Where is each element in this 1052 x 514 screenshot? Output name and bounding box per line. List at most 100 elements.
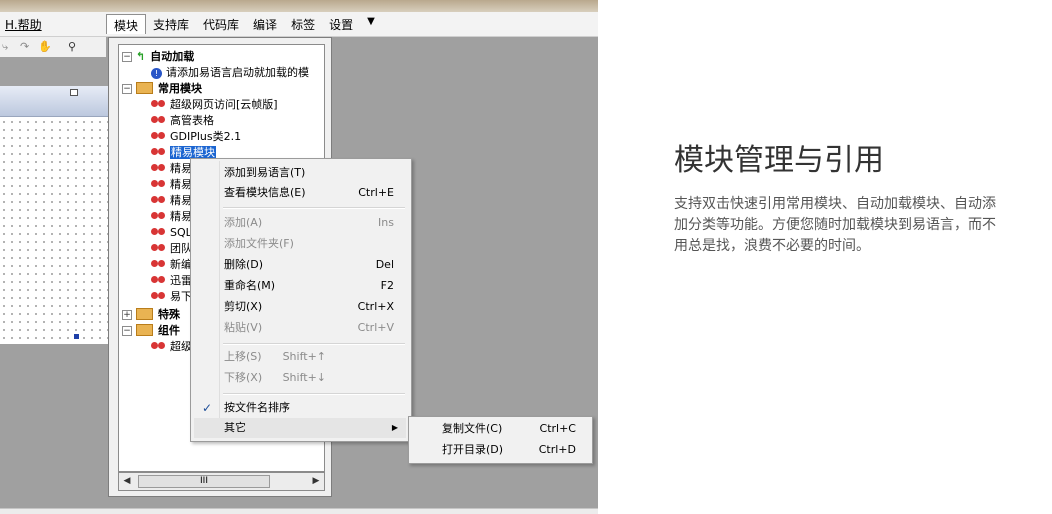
item-label: 新编: [170, 258, 192, 271]
collapse-icon[interactable]: −: [122, 52, 132, 62]
menu-item-view-module-info[interactable]: 查看模块信息(E) Ctrl+E: [194, 183, 406, 203]
module-icon: [151, 243, 167, 253]
tab-compile[interactable]: 编译: [246, 14, 284, 34]
group-label: 组件: [158, 324, 180, 337]
menu-item-add[interactable]: 添加(A) Ins: [194, 213, 406, 233]
menu-item-rename[interactable]: 重命名(M) F2: [194, 276, 406, 296]
menu-item-move-up[interactable]: 上移(S) Shift+↑: [194, 347, 406, 367]
tree-group-autoload[interactable]: − ↰ 自动加载: [122, 49, 194, 64]
tree-item-module[interactable]: 精易: [151, 193, 192, 208]
item-label: 迅雷: [170, 274, 192, 287]
module-icon: [151, 291, 167, 301]
menu-item-add-folder[interactable]: 添加文件夹(F): [194, 234, 406, 254]
expand-icon[interactable]: +: [122, 310, 132, 320]
group-label: 自动加载: [150, 50, 195, 63]
menu-item-copy-file[interactable]: 复制文件(C) Ctrl+C: [412, 419, 588, 439]
tab-support-libs[interactable]: 支持库: [146, 14, 196, 34]
item-label: 精易: [170, 194, 192, 207]
module-icon: [151, 341, 167, 351]
tree-group-special[interactable]: + 特殊: [122, 307, 180, 322]
tree-item-module[interactable]: 精易: [151, 209, 192, 224]
folder-icon: [136, 308, 153, 320]
menu-item-cut[interactable]: 剪切(X) Ctrl+X: [194, 297, 406, 317]
resize-handle[interactable]: [74, 334, 79, 339]
tab-modules[interactable]: 模块: [106, 14, 147, 34]
menu-item-other[interactable]: 其它 ▶: [194, 418, 406, 438]
toolbar: ⤷ ↷ ✋ ⚲: [0, 37, 106, 57]
menu-item-move-down[interactable]: 下移(X) Shift+↓: [194, 368, 406, 388]
tree-item-module[interactable]: 团队: [151, 241, 192, 256]
menu-item-sort-by-filename[interactable]: ✓ 按文件名排序: [194, 398, 406, 418]
tree-item-module[interactable]: 超级: [151, 339, 192, 354]
help-menu[interactable]: H.帮助: [5, 16, 42, 33]
menu-item-delete[interactable]: 删除(D) Del: [194, 255, 406, 275]
item-label: GDIPlus类2.1: [170, 130, 242, 143]
tree-item-module[interactable]: 精易: [151, 161, 192, 176]
item-label: 精易: [170, 178, 192, 191]
binoculars-icon[interactable]: ⚲: [68, 40, 76, 53]
collapse-icon[interactable]: −: [122, 84, 132, 94]
item-label: 精易: [170, 162, 192, 175]
item-label: 高管表格: [170, 114, 214, 127]
check-icon: ✓: [202, 401, 213, 415]
scroll-right-icon[interactable]: ▶: [308, 473, 324, 490]
ide-screenshot: H.帮助 模块 支持库 代码库 编译 标签 设置 ▼ ⤷ ↷ ✋ ⚲ − ↰ 自动…: [0, 0, 598, 514]
tree-item-module[interactable]: 迅雷: [151, 273, 192, 288]
tree-item-autoload-hint[interactable]: ! 请添加易语言启动就加载的模: [151, 65, 309, 80]
item-label: 团队: [170, 242, 192, 255]
module-icon: [151, 259, 167, 269]
hand-icon[interactable]: ✋: [38, 40, 52, 53]
scroll-left-icon[interactable]: ◀: [119, 473, 135, 490]
item-label: 请添加易语言启动就加载的模: [166, 66, 309, 79]
folder-icon: [136, 324, 153, 336]
menu-separator: [223, 343, 405, 345]
status-strip: [0, 508, 598, 514]
tree-group-components[interactable]: − 组件: [122, 323, 180, 338]
menu-item-add-to-elang[interactable]: 添加到易语言(T): [194, 163, 406, 183]
submenu-other: 复制文件(C) Ctrl+C 打开目录(D) Ctrl+D: [408, 416, 593, 464]
folder-icon: [136, 82, 153, 94]
module-icon: [151, 211, 167, 221]
maximize-icon[interactable]: [70, 89, 78, 96]
tree-item-module[interactable]: SQL: [151, 225, 192, 240]
module-icon: [151, 275, 167, 285]
form-title-bar: [0, 86, 108, 117]
item-label: 超级网页访问[云帧版]: [170, 98, 278, 111]
panel-tabs: 模块 支持库 代码库 编译 标签 设置 ▼: [106, 14, 382, 34]
tree-item-module[interactable]: 新编: [151, 257, 192, 272]
redo-icon[interactable]: ↷: [20, 40, 29, 53]
group-label: 特殊: [158, 308, 180, 321]
module-icon: [151, 163, 167, 173]
tree-group-common[interactable]: − 常用模块: [122, 81, 202, 96]
module-icon: [151, 115, 167, 125]
menu-item-open-directory[interactable]: 打开目录(D) Ctrl+D: [412, 440, 588, 460]
tree-item-module[interactable]: 超级网页访问[云帧版]: [151, 97, 278, 112]
tab-settings[interactable]: 设置: [322, 14, 360, 34]
info-icon: !: [151, 68, 162, 79]
module-icon: [151, 147, 167, 157]
chevron-down-icon[interactable]: ▼: [360, 14, 382, 34]
form-designer-grid[interactable]: [0, 86, 108, 344]
module-icon: [151, 179, 167, 189]
tab-tags[interactable]: 标签: [284, 14, 322, 34]
redo-icon[interactable]: ⤷: [2, 40, 8, 54]
module-icon: [151, 131, 167, 141]
tree-item-module[interactable]: 高管表格: [151, 113, 214, 128]
tree-item-module[interactable]: GDIPlus类2.1: [151, 129, 241, 144]
collapse-icon[interactable]: −: [122, 326, 132, 336]
feature-title: 模块管理与引用: [674, 143, 884, 178]
tab-code-library[interactable]: 代码库: [196, 14, 246, 34]
context-menu: 添加到易语言(T) 查看模块信息(E) Ctrl+E 添加(A) Ins 添加文件夹…: [190, 158, 412, 442]
scroll-thumb[interactable]: III: [138, 475, 270, 488]
item-label: 易下: [170, 290, 192, 303]
menu-item-paste[interactable]: 粘贴(V) Ctrl+V: [194, 318, 406, 338]
item-label: SQL: [170, 226, 192, 239]
menu-bar: H.帮助 模块 支持库 代码库 编译 标签 设置 ▼: [0, 12, 598, 37]
item-label: 精易: [170, 210, 192, 223]
feature-description: 支持双击快速引用常用模块、自动加载模块、自动添加分类等功能。方便您随时加载模块到…: [674, 196, 996, 254]
module-icon: [151, 99, 167, 109]
tree-item-module[interactable]: 易下: [151, 289, 192, 304]
tree-item-module[interactable]: 精易: [151, 177, 192, 192]
menu-separator: [223, 207, 405, 209]
horizontal-scrollbar[interactable]: ◀ III ▶: [118, 472, 325, 491]
